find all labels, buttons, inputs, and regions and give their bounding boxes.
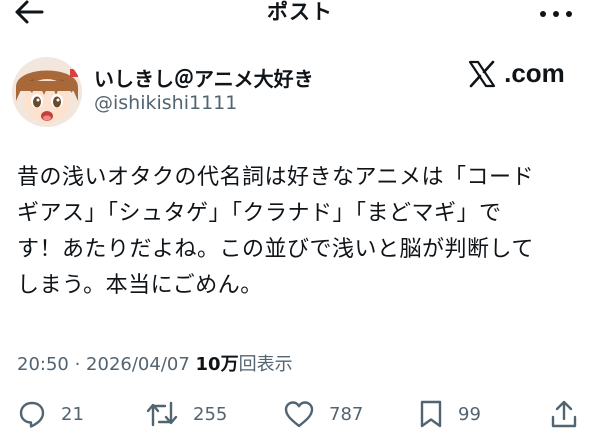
share-icon [551, 400, 577, 428]
reply-icon [19, 401, 45, 428]
repost-icon [146, 401, 178, 427]
more-options-button[interactable] [538, 4, 574, 20]
meta-separator: · [68, 354, 87, 375]
repost-button[interactable]: 255 [145, 398, 227, 430]
views-label: 回表示 [238, 354, 293, 375]
repost-count: 255 [193, 403, 228, 425]
reply-count: 21 [61, 403, 84, 425]
avatar-illustration [12, 57, 82, 127]
tweet-text: 昔の浅いオタクの代名詞は好きなアニメは「コード ギアス」「シュタゲ」「クラナド」… [17, 160, 587, 304]
bookmark-icon [420, 400, 442, 428]
tweet-date[interactable]: 2026/04/07 [86, 354, 190, 375]
tweet-text-line: す！あたりだよね。この並びで浅いと脳が判断して [17, 237, 534, 262]
bookmark-button[interactable]: 99 [418, 398, 481, 430]
tweet-time[interactable]: 20:50 [17, 354, 69, 375]
x-logo-icon [468, 60, 496, 87]
x-com-badge: .com [467, 58, 565, 94]
action-bar: 21 255 787 99 [0, 398, 600, 434]
tweet-meta: 20:50 · 2026/04/07 10万回表示 [17, 350, 293, 376]
like-button[interactable]: 787 [283, 398, 363, 430]
x-com-label: .com [504, 58, 565, 88]
top-bar: ポスト [0, 0, 600, 30]
author-display-name[interactable]: いしきし＠アニメ大好き [94, 63, 314, 92]
avatar[interactable] [12, 57, 82, 127]
share-button[interactable] [550, 398, 578, 430]
author-handle[interactable]: @ishikishi1111 [94, 92, 237, 114]
like-icon [284, 401, 314, 428]
tweet-text-line: ギアス」「シュタゲ」「クラナド」「まどマギ」で [17, 201, 502, 226]
page-title: ポスト [267, 0, 333, 24]
more-dots-icon [540, 11, 572, 17]
tweet-text-line: しまう。本当にごめん。 [17, 273, 263, 298]
like-count: 787 [329, 403, 364, 425]
bookmark-count: 99 [458, 403, 481, 425]
tweet-text-line: 昔の浅いオタクの代名詞は好きなアニメは「コード [17, 165, 535, 190]
views-count: 10万 [195, 354, 239, 375]
reply-button[interactable]: 21 [17, 398, 84, 430]
